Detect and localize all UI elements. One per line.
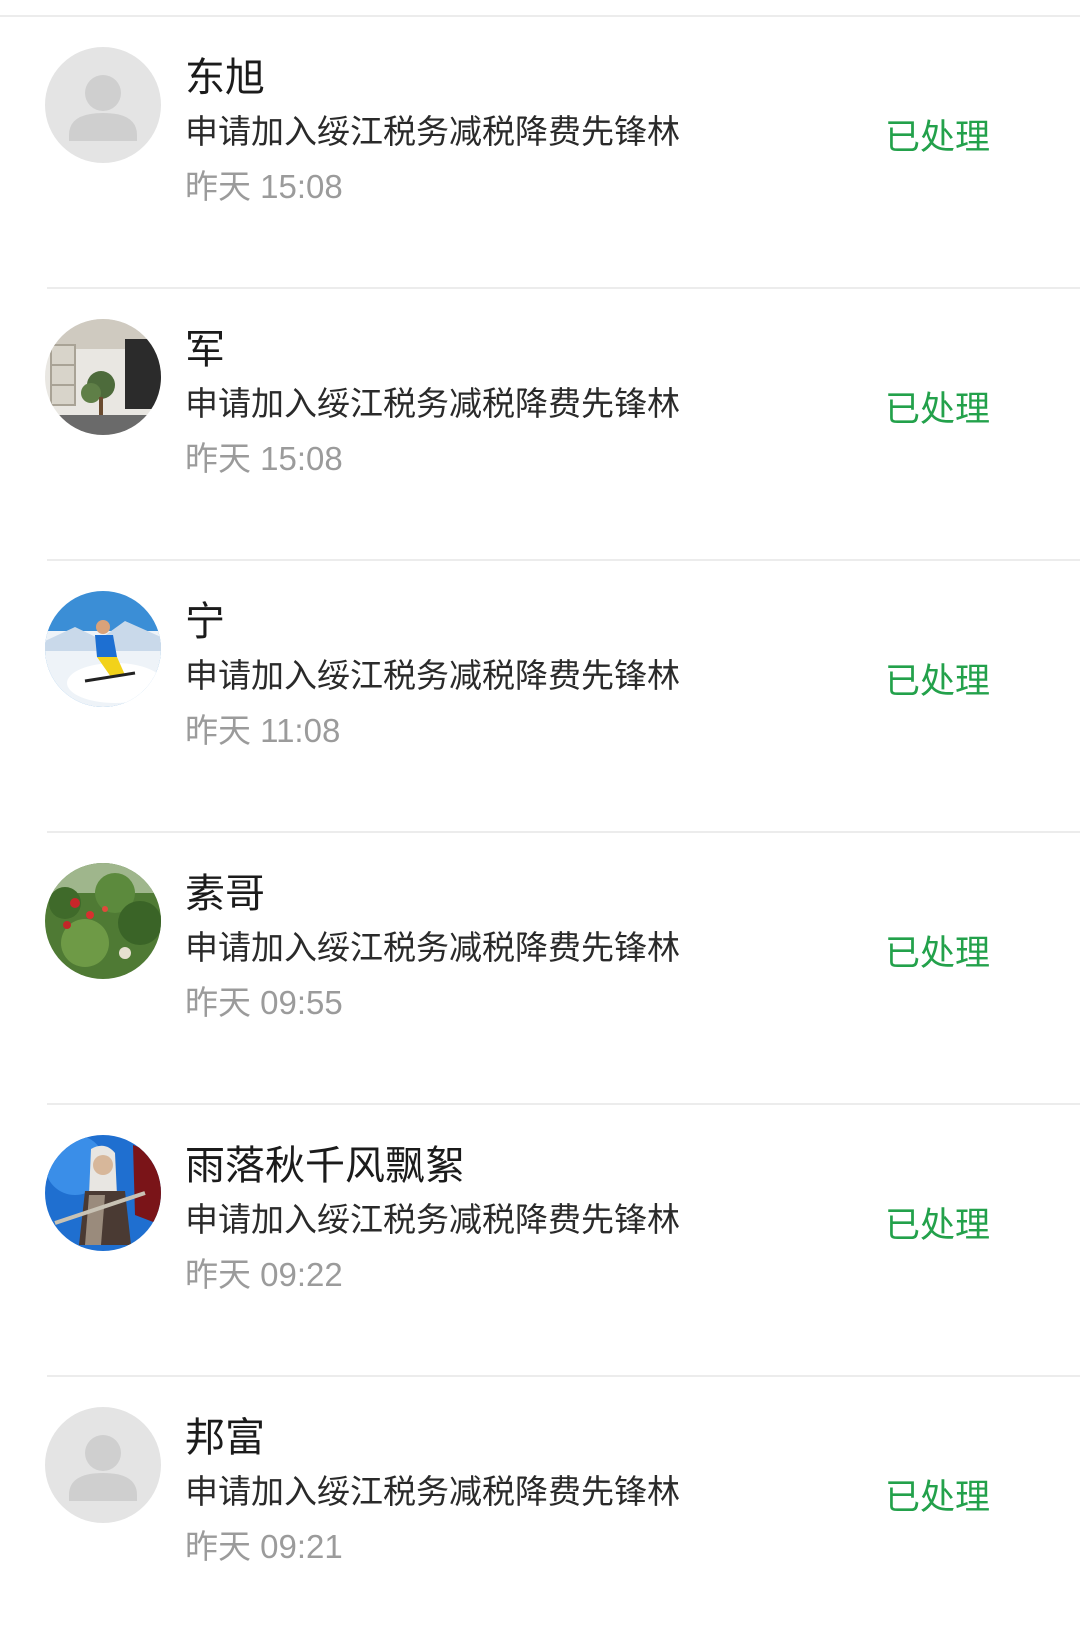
skier-photo-avatar[interactable]: [45, 591, 161, 707]
status-badge: 已处理: [885, 390, 991, 429]
office-photo-avatar[interactable]: [45, 319, 161, 435]
request-time: 昨天 09:21: [185, 1528, 343, 1565]
default-avatar-icon[interactable]: [45, 1407, 161, 1523]
request-time: 昨天 09:55: [185, 984, 343, 1021]
list-item[interactable]: 邦富 申请加入绥江税务减税降费先锋林 昨天 09:21 已处理: [0, 1377, 1080, 1649]
requester-name: 素哥: [185, 872, 265, 916]
request-message: 申请加入绥江税务减税降费先锋林: [185, 1201, 680, 1238]
default-avatar-icon[interactable]: [45, 47, 161, 163]
requester-name: 宁: [185, 600, 225, 644]
request-time: 昨天 15:08: [185, 168, 343, 205]
list-item[interactable]: 东旭 申请加入绥江税务减税降费先锋林 昨天 15:08 已处理: [0, 17, 1080, 289]
list-item[interactable]: 宁 申请加入绥江税务减税降费先锋林 昨天 11:08 已处理: [0, 561, 1080, 833]
garden-photo-avatar[interactable]: [45, 863, 161, 979]
request-message: 申请加入绥江税务减税降费先锋林: [185, 929, 680, 966]
requester-name: 邦富: [185, 1416, 265, 1460]
request-message: 申请加入绥江税务减税降费先锋林: [185, 657, 680, 694]
requester-name: 东旭: [185, 56, 265, 100]
requester-name: 雨落秋千风飘絮: [185, 1144, 465, 1188]
request-time: 昨天 15:08: [185, 440, 343, 477]
status-badge: 已处理: [885, 1206, 991, 1245]
list-item[interactable]: 雨落秋千风飘絮 申请加入绥江税务减税降费先锋林 昨天 09:22 已处理: [0, 1105, 1080, 1377]
requester-name: 军: [185, 328, 225, 372]
request-message: 申请加入绥江税务减税降费先锋林: [185, 385, 680, 422]
list-item[interactable]: 素哥 申请加入绥江税务减税降费先锋林 昨天 09:55 已处理: [0, 833, 1080, 1105]
list-item[interactable]: 军 申请加入绥江税务减税降费先锋林 昨天 15:08 已处理: [0, 289, 1080, 561]
request-message: 申请加入绥江税务减税降费先锋林: [185, 1473, 680, 1510]
request-time: 昨天 09:22: [185, 1256, 343, 1293]
warrior-art-avatar[interactable]: [45, 1135, 161, 1251]
status-badge: 已处理: [885, 662, 991, 701]
status-badge: 已处理: [885, 1478, 991, 1517]
join-request-list: 东旭 申请加入绥江税务减税降费先锋林 昨天 15:08 已处理 军 申请加入绥江…: [0, 17, 1080, 1649]
request-time: 昨天 11:08: [185, 712, 341, 749]
status-badge: 已处理: [885, 934, 991, 973]
request-message: 申请加入绥江税务减税降费先锋林: [185, 113, 680, 150]
status-badge: 已处理: [885, 118, 991, 157]
